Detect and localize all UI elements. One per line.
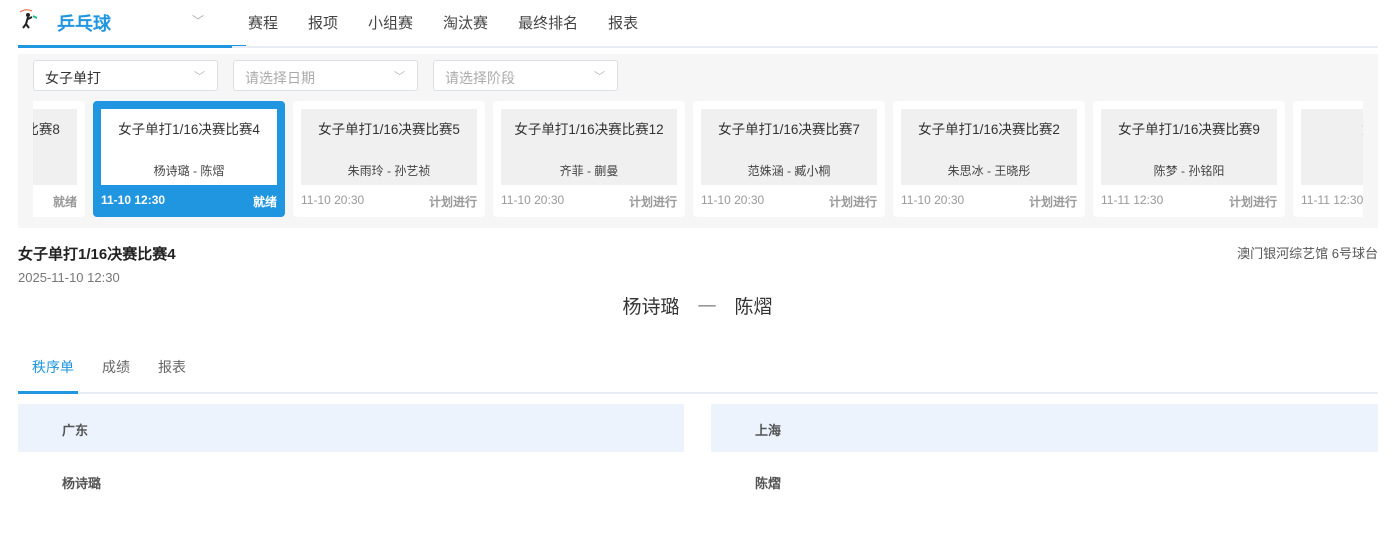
- nav-final-ranking[interactable]: 最终排名: [518, 12, 578, 33]
- match-card-footer: 11-10 20:30 计划进行: [301, 193, 477, 210]
- event-select[interactable]: 女子单打 ﹀: [33, 60, 218, 91]
- tab-results[interactable]: 成绩: [88, 357, 144, 377]
- match-card-body: 女子单打1/16决赛比赛9 陈梦 - 孙铭阳: [1101, 109, 1277, 185]
- match-card-status: 计划进行: [628, 195, 677, 209]
- lineup-right: 上海 陈熠: [711, 404, 1378, 508]
- event-select-value: 女子单打: [45, 70, 101, 86]
- match-card-footer: 就绪: [33, 193, 77, 210]
- chevron-down-icon: ﹀: [194, 71, 205, 83]
- match-title: 女子单打1/16决赛比赛4: [18, 246, 176, 263]
- match-card-status: 就绪: [252, 195, 277, 209]
- match-card-players: 范: [1301, 162, 1363, 179]
- match-card-time: 11-10 20:30: [901, 193, 965, 207]
- ping-pong-logo-icon: [19, 9, 38, 29]
- match-card[interactable]: 女子单打1/16决赛比赛8 就绪: [33, 101, 85, 217]
- match-card-players: 范姝涵 - 臧小桐: [747, 164, 831, 178]
- sport-underline: [18, 45, 246, 48]
- main-nav: 赛程 报项 小组赛 淘汰赛 最终排名 报表: [248, 12, 638, 33]
- match-card-players: 朱思冰 - 王晓彤: [947, 164, 1031, 178]
- match-card-body: 女子单打1/16决赛比赛4 杨诗璐 - 陈熠: [101, 109, 277, 185]
- active-tab-indicator: [18, 391, 78, 394]
- match-card-body: 女子单打1/16决赛比赛8: [33, 109, 77, 185]
- tab-reports[interactable]: 报表: [144, 357, 200, 377]
- match-card-title: 女子单打: [1301, 118, 1363, 138]
- match-card-players: 陈梦 - 孙铭阳: [1153, 164, 1225, 178]
- nav-reports[interactable]: 报表: [608, 12, 638, 33]
- team-name: 上海: [711, 404, 1378, 452]
- match-card-time: 11-10 20:30: [701, 193, 765, 207]
- match-datetime: 2025-11-10 12:30: [18, 270, 120, 285]
- match-card-time: 11-11 12:30: [1301, 193, 1363, 207]
- match-card-footer: 11-10 20:30 计划进行: [701, 193, 877, 210]
- detail-tabs: 秩序单 成绩 报表: [18, 357, 200, 377]
- sport-selector[interactable]: 乒乓球: [57, 10, 111, 36]
- stage-select[interactable]: 请选择阶段 ﹀: [433, 60, 618, 91]
- player-name: 杨诗璐: [62, 476, 102, 491]
- match-card-body: 女子单打1/16决赛比赛12 齐菲 - 蒯曼: [501, 109, 677, 185]
- player-a: 杨诗璐: [622, 297, 680, 318]
- match-card-footer: 11-10 20:30 计划进行: [901, 193, 1077, 210]
- nav-divider: [232, 46, 1378, 48]
- filter-panel: 女子单打﹀ 请选择日期﹀ 请选择阶段﹀ 女子单打1/16决赛比赛8就绪女子单打1…: [18, 54, 1378, 228]
- match-card[interactable]: 女子单打1/16决赛比赛9 陈梦 - 孙铭阳 11-11 12:30 计划进行: [1093, 101, 1285, 217]
- match-card-body: 女子单打范: [1301, 109, 1363, 185]
- player-name: 陈熠: [755, 476, 782, 491]
- match-card-footer: 11-10 12:30 就绪: [101, 193, 277, 210]
- match-card-title: 女子单打1/16决赛比赛7: [718, 122, 860, 137]
- match-card-footer: 11-10 20:30 计划进行: [501, 193, 677, 210]
- match-card-players: 杨诗璐 - 陈熠: [153, 164, 225, 178]
- match-card-body: 女子单打1/16决赛比赛2 朱思冰 - 王晓彤: [901, 109, 1077, 185]
- nav-entries[interactable]: 报项: [308, 12, 338, 33]
- date-select[interactable]: 请选择日期 ﹀: [233, 60, 418, 91]
- match-card-players: 朱雨玲 - 孙艺祯: [347, 164, 431, 178]
- match-card-time: 11-11 12:30: [1101, 193, 1164, 207]
- tab-order-sheet[interactable]: 秩序单: [18, 357, 88, 377]
- match-card-time: 11-10 12:30: [101, 193, 166, 207]
- match-card-title: 女子单打1/16决赛比赛8: [33, 122, 60, 137]
- match-card-footer: 11-11 12:30 计划进行: [1101, 193, 1277, 210]
- stage-placeholder: 请选择阶段: [445, 70, 515, 86]
- nav-schedule[interactable]: 赛程: [248, 12, 278, 33]
- chevron-down-icon: ﹀: [394, 71, 405, 83]
- match-card-title: 女子单打1/16决赛比赛9: [1118, 122, 1260, 137]
- match-card-title: 女子单打1/16决赛比赛4: [118, 122, 260, 137]
- match-card[interactable]: 女子单打1/16决赛比赛12 齐菲 - 蒯曼 11-10 20:30 计划进行: [493, 101, 685, 217]
- match-card[interactable]: 女子单打1/16决赛比赛2 朱思冰 - 王晓彤 11-10 20:30 计划进行: [893, 101, 1085, 217]
- match-card[interactable]: 女子单打1/16决赛比赛4 杨诗璐 - 陈熠 11-10 12:30 就绪: [93, 101, 285, 217]
- match-card-time: 11-10 20:30: [301, 193, 365, 207]
- match-card-strip[interactable]: 女子单打1/16决赛比赛8 就绪 女子单打1/16决赛比赛4 杨诗璐 - 陈熠 11-1…: [33, 101, 1363, 217]
- match-card[interactable]: 女子单打范 11-11 12:30: [1293, 101, 1363, 217]
- team-name: 广东: [18, 404, 684, 452]
- match-card-status: 计划进行: [1228, 195, 1277, 209]
- match-card-status: 就绪: [52, 195, 77, 209]
- match-card-title: 女子单打1/16决赛比赛2: [918, 122, 1060, 137]
- player-b: 陈熠: [734, 297, 773, 318]
- date-placeholder: 请选择日期: [245, 70, 315, 86]
- nav-knockout[interactable]: 淘汰赛: [443, 12, 488, 33]
- match-card-body: 女子单打1/16决赛比赛7 范姝涵 - 臧小桐: [701, 109, 877, 185]
- match-card-status: 计划进行: [428, 195, 477, 209]
- match-card-status: 计划进行: [1028, 195, 1077, 209]
- match-card-time: 11-10 20:30: [501, 193, 565, 207]
- match-card[interactable]: 女子单打1/16决赛比赛5 朱雨玲 - 孙艺祯 11-10 20:30 计划进行: [293, 101, 485, 217]
- chevron-down-icon[interactable]: ﹀: [192, 12, 204, 29]
- match-card-title: 女子单打1/16决赛比赛5: [318, 122, 460, 137]
- lineup-left: 广东 杨诗璐: [18, 404, 684, 508]
- match-card-players: 齐菲 - 蒯曼: [559, 164, 619, 178]
- nav-group-stage[interactable]: 小组赛: [368, 12, 413, 33]
- versus-separator: 一: [697, 297, 717, 318]
- match-players: 杨诗璐一陈熠: [0, 292, 1395, 319]
- match-card-footer: 11-11 12:30: [1301, 193, 1363, 207]
- match-card-title: 女子单打1/16决赛比赛12: [514, 122, 664, 137]
- match-venue: 澳门银河综艺馆 6号球台: [1237, 246, 1378, 261]
- tab-divider: [18, 392, 1378, 394]
- match-card-body: 女子单打1/16决赛比赛5 朱雨玲 - 孙艺祯: [301, 109, 477, 185]
- match-card-status: 计划进行: [828, 195, 877, 209]
- chevron-down-icon: ﹀: [594, 71, 605, 83]
- match-card[interactable]: 女子单打1/16决赛比赛7 范姝涵 - 臧小桐 11-10 20:30 计划进行: [693, 101, 885, 217]
